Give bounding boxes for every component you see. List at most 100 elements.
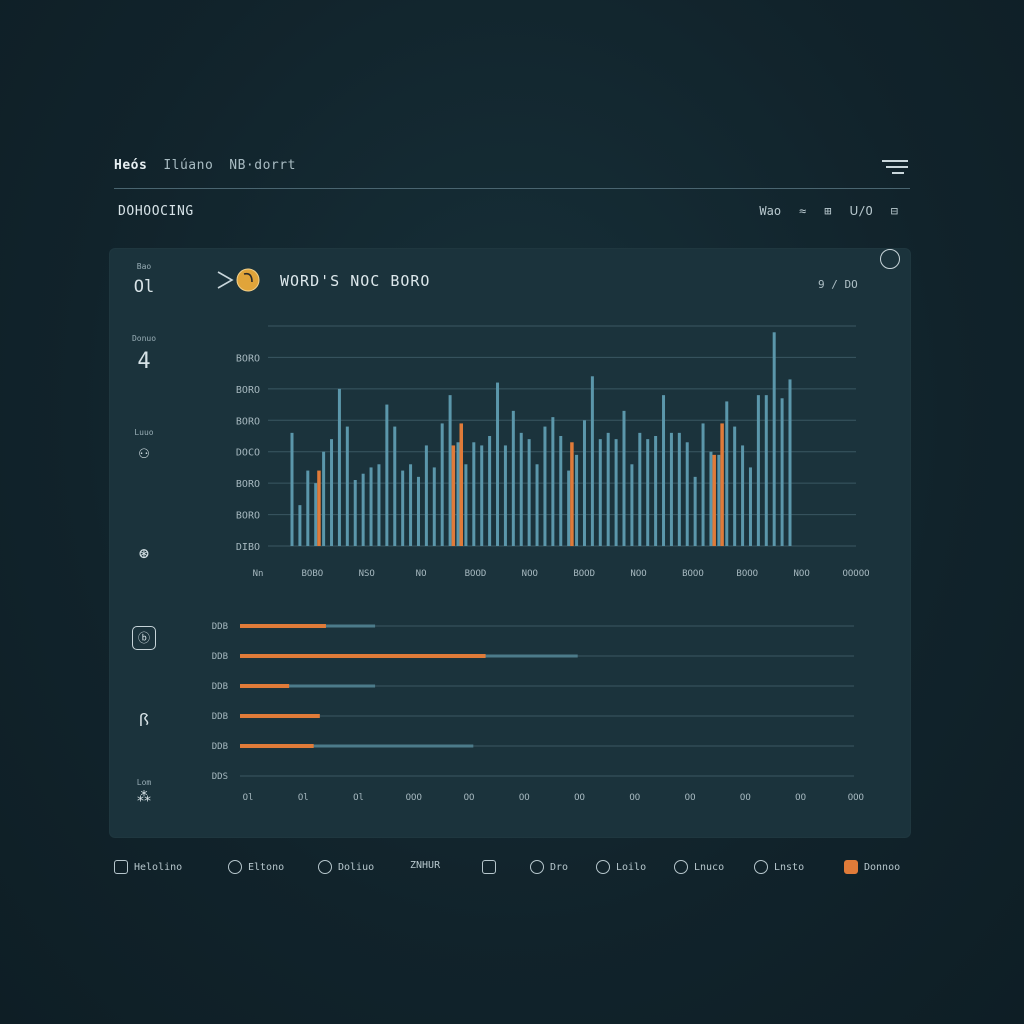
bottom-nav-item-5[interactable] — [482, 860, 496, 874]
bottom-nav-item-8[interactable]: Lnuco — [674, 860, 724, 874]
bar-series-1 — [748, 467, 752, 546]
bottom-nav: Helolino Eltono Doliuo ZNHUR Dro Loilo L… — [114, 860, 914, 882]
top-nav-item-2[interactable]: Ilúano — [163, 158, 213, 173]
hamburger-menu-icon[interactable] — [882, 160, 908, 176]
y-tick-label: DDB — [212, 712, 228, 722]
bottom-nav-item-6[interactable]: Dro — [530, 860, 568, 874]
bar-series-1 — [756, 395, 760, 546]
bottom-nav-item-9[interactable]: Lnsto — [754, 860, 804, 874]
sidebar-item-label: Bao — [136, 262, 152, 271]
bar-series-1 — [337, 388, 341, 546]
bar-series-1 — [582, 420, 586, 546]
bar-series-1 — [393, 426, 397, 546]
bar-series-1 — [543, 426, 547, 546]
bar-series-2 — [712, 454, 716, 546]
bar-series-1 — [330, 439, 334, 546]
bottom-nav-item-4[interactable]: ZNHUR — [410, 860, 440, 871]
y-tick-label: BORO — [236, 511, 260, 522]
top-bar: Heós Ilúano NB·dorrt — [114, 156, 910, 189]
sidebar-item-1[interactable]: Bao Ol — [118, 262, 170, 297]
x-tick-label: OO — [519, 793, 530, 803]
top-nav-item-3[interactable]: NB·dorrt — [229, 158, 296, 173]
home-icon — [114, 860, 128, 874]
panel-option-button[interactable] — [880, 249, 900, 269]
hbar-series-1 — [240, 624, 326, 628]
sidebar-item-label: Luuo — [134, 428, 154, 437]
bar-series-1 — [464, 464, 468, 546]
y-tick-label: BORO — [236, 416, 260, 427]
x-tick-label: BOOO — [736, 569, 758, 579]
bar-series-1 — [630, 464, 634, 546]
action-item-1[interactable]: Wao — [759, 204, 781, 218]
sidebar-item-7[interactable]: Lom ⁂ — [118, 778, 170, 805]
bar-series-1 — [535, 464, 539, 546]
action-item-4[interactable]: ᑌ/O — [850, 204, 873, 218]
bottom-nav-item-1[interactable]: Helolino — [114, 860, 182, 874]
bottom-nav-item-10[interactable]: Donnoo — [844, 860, 900, 874]
y-tick-label: DDB — [212, 652, 228, 662]
chart-title: WORD'S NOC BORO — [280, 272, 431, 290]
bar-series-1 — [764, 395, 768, 546]
sidebar-item-3[interactable]: Luuo ⚇ — [118, 428, 170, 463]
bar-series-1 — [424, 445, 428, 546]
x-tick-label: Nn — [253, 569, 264, 579]
bar-series-1 — [622, 410, 626, 546]
x-tick-label: OO — [795, 793, 806, 803]
bottom-nav-item-3[interactable]: Doliuo — [318, 860, 374, 874]
bar-series-1 — [480, 445, 484, 546]
bar-series-1 — [551, 417, 555, 546]
bar-series-1 — [511, 410, 515, 546]
action-item-2[interactable]: ≈ — [799, 204, 806, 218]
action-item-3[interactable]: ⊞ — [824, 204, 831, 218]
box-icon: ⓑ — [132, 626, 156, 650]
x-tick-label: OO — [685, 793, 696, 803]
sidebar-item-2[interactable]: Donuo 4 — [118, 334, 170, 374]
sidebar-item-6[interactable]: ꟗ — [118, 702, 170, 731]
bottom-nav-label: Doliuo — [338, 861, 375, 873]
bar-series-1 — [527, 439, 531, 546]
hbar-series-1 — [240, 744, 314, 748]
bar-series-1 — [416, 476, 420, 546]
chart-pagination[interactable]: 9 / DO — [818, 278, 858, 291]
bar-series-1 — [290, 432, 294, 546]
bar-series-1 — [456, 442, 460, 546]
bottom-nav-item-7[interactable]: Loilo — [596, 860, 646, 874]
bar-series-1 — [361, 473, 365, 546]
bottom-nav-label: Helolino — [134, 861, 183, 873]
sidebar-item-5[interactable]: ⓑ — [118, 626, 170, 650]
x-tick-label: OO — [740, 793, 751, 803]
y-tick-label: DDB — [212, 742, 228, 752]
chart-logo-icon — [217, 268, 260, 292]
bar-series-1 — [780, 398, 784, 546]
bar-series-1 — [345, 426, 349, 546]
bottom-nav-label: Lnsto — [774, 861, 805, 873]
x-tick-label: NO — [416, 569, 427, 579]
bottom-nav-label: Donnoo — [864, 861, 901, 873]
sidebar-item-4[interactable]: ⊛ — [118, 538, 170, 564]
settings-icon: ⊛ — [138, 544, 150, 564]
action-item-5[interactable]: ⊟ — [891, 204, 898, 218]
x-tick-label: BOOD — [465, 569, 487, 579]
car-icon — [228, 860, 242, 874]
x-tick-label: BOOO — [682, 569, 704, 579]
bar-series-1 — [488, 436, 492, 546]
folder-icon — [844, 860, 858, 874]
x-tick-label: NSO — [359, 569, 375, 579]
bar-series-1 — [575, 454, 579, 546]
vertical-bar-chart: BORO BORO BORO DOCO BORO BORO DIBO Nn BOBO NSO NO B… — [236, 325, 870, 579]
bar-series-1 — [638, 432, 642, 546]
grid-icon: ꟗ — [138, 711, 150, 731]
top-nav: Heós Ilúano NB·dorrt — [114, 158, 296, 173]
top-nav-item-home[interactable]: Heós — [114, 158, 147, 173]
bottom-nav-item-2[interactable]: Eltono — [228, 860, 284, 874]
bar-series-1 — [440, 423, 444, 546]
y-tick-label: DDB — [212, 682, 228, 692]
bottom-nav-label: Dro — [550, 861, 569, 873]
bar-series-1 — [314, 483, 318, 546]
text-icon: Ol — [133, 277, 155, 297]
bar-series-1 — [662, 395, 666, 546]
bar-series-1 — [353, 480, 357, 546]
sub-header: DOHOOCING Wao ≈ ⊞ ᑌ/O ⊟ — [118, 204, 910, 224]
bar-series-1 — [448, 395, 452, 546]
hbar-series-1 — [240, 654, 486, 658]
